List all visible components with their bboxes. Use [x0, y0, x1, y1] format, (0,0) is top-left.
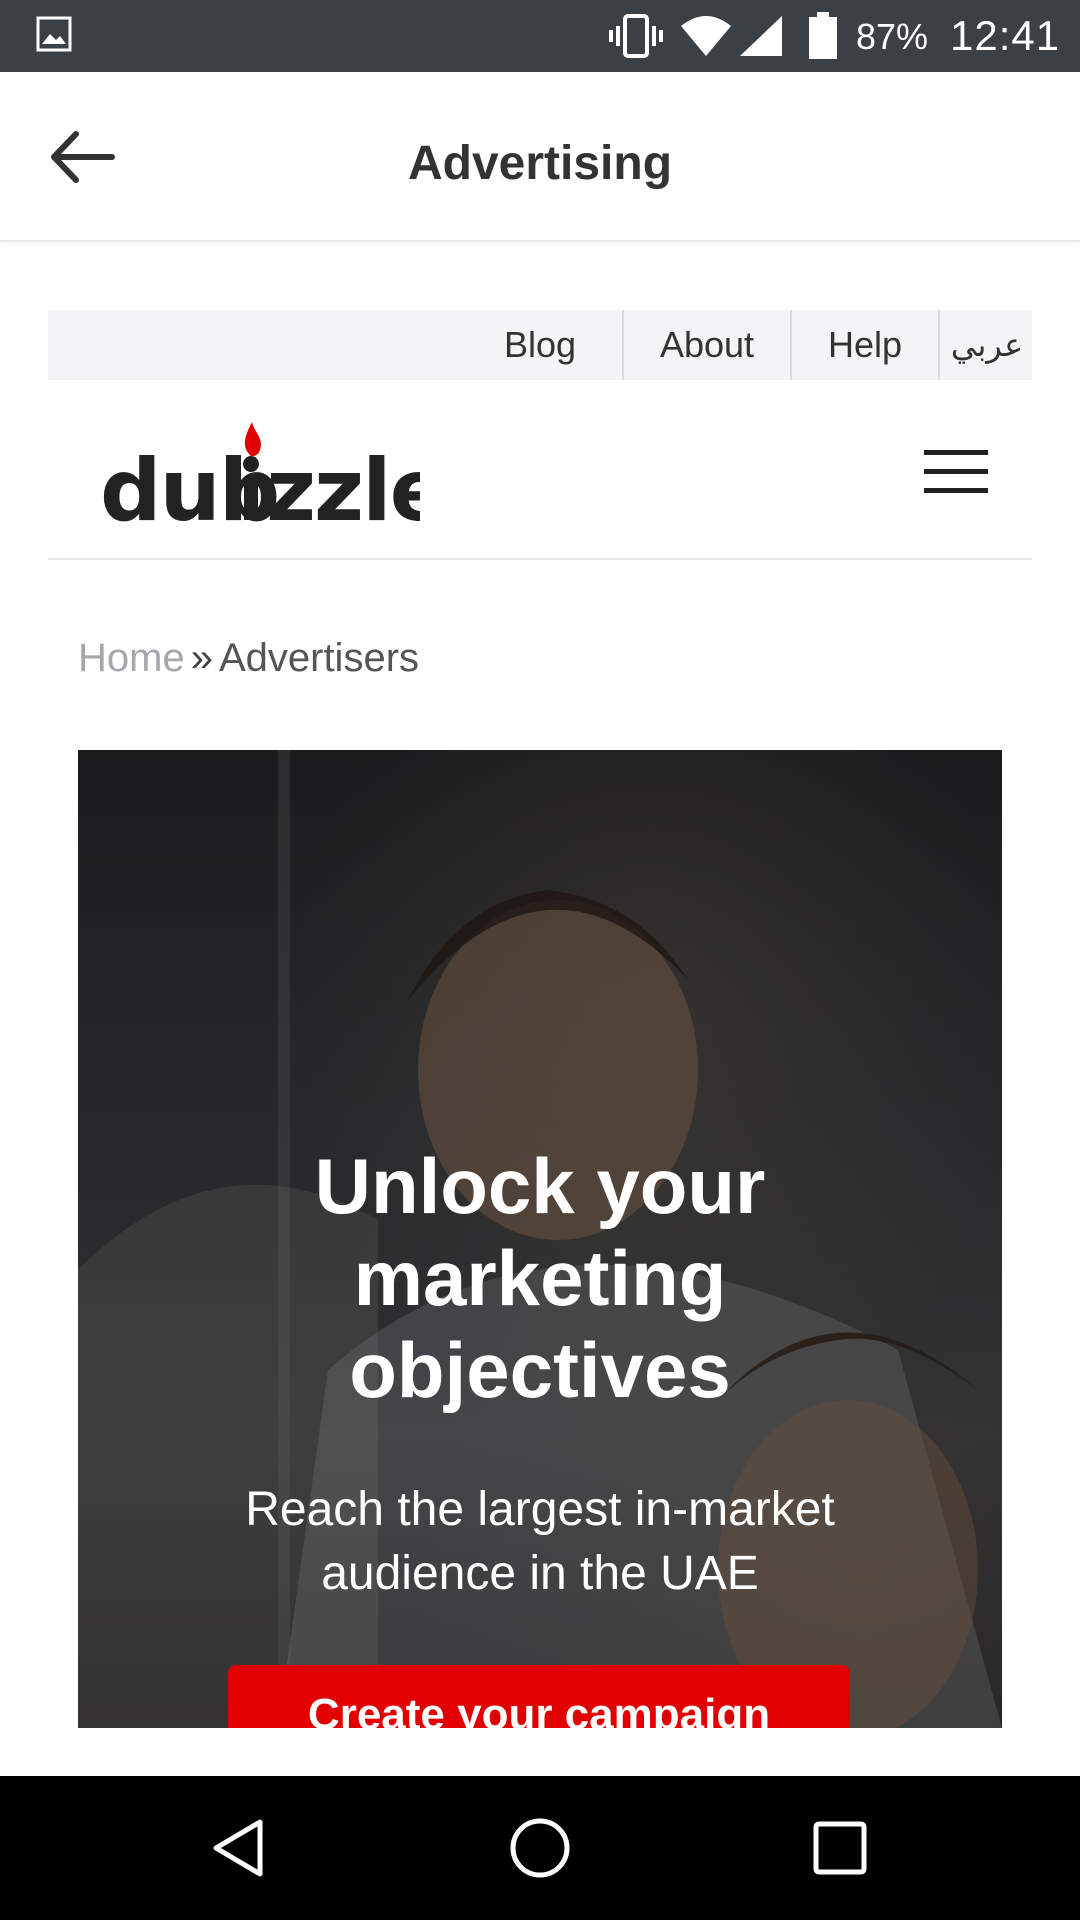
dubizzle-logo[interactable]: dub zzle — [100, 420, 420, 530]
svg-text:zzle: zzle — [266, 441, 420, 530]
status-bar: 87% 12:41 — [0, 0, 1080, 72]
recents-square-icon[interactable] — [804, 1812, 876, 1884]
page-title: Advertising — [407, 137, 673, 190]
signal-icon — [740, 16, 782, 56]
arabic-language-link[interactable]: عربي — [938, 310, 1034, 380]
breadcrumb-separator: » — [190, 636, 213, 680]
battery-percent: 87% — [856, 16, 929, 57]
system-nav-bar — [0, 1776, 1080, 1920]
vibrate-icon — [609, 14, 663, 58]
hero-title-line: objectives — [349, 1326, 731, 1414]
app-bar: Advertising — [0, 72, 1080, 242]
hero-title-line: Unlock your — [314, 1142, 766, 1230]
breadcrumb-home-link[interactable]: Home — [78, 636, 185, 680]
hero-subtitle-line: audience in the UAE — [321, 1547, 759, 1600]
hero-title-line: marketing — [353, 1234, 727, 1322]
top-links-bar: Blog About Help عربي — [48, 310, 1032, 380]
battery-icon — [809, 12, 837, 59]
about-link[interactable]: About — [622, 310, 790, 380]
blog-link[interactable]: Blog — [460, 310, 620, 380]
breadcrumb-current: Advertisers — [218, 636, 420, 680]
hero-title: Unlock your marketing objectives — [78, 1140, 1002, 1416]
hero-subtitle-line: Reach the largest in-market — [245, 1483, 835, 1536]
hero-banner: Unlock your marketing objectives Reach t… — [78, 750, 1002, 1728]
back-triangle-icon[interactable] — [204, 1812, 276, 1884]
hamburger-menu-icon[interactable] — [924, 446, 988, 498]
home-circle-icon[interactable] — [504, 1812, 576, 1884]
wifi-icon — [681, 16, 731, 56]
hero-subtitle: Reach the largest in-market audience in … — [78, 1478, 1002, 1606]
create-campaign-button[interactable]: Create your campaign — [228, 1665, 850, 1728]
breadcrumb: Home» Advertisers — [78, 636, 419, 681]
help-link[interactable]: Help — [790, 310, 938, 380]
site-header: dub zzle — [48, 380, 1032, 560]
gallery-icon — [36, 16, 72, 52]
clock: 12:41 — [950, 12, 1061, 59]
